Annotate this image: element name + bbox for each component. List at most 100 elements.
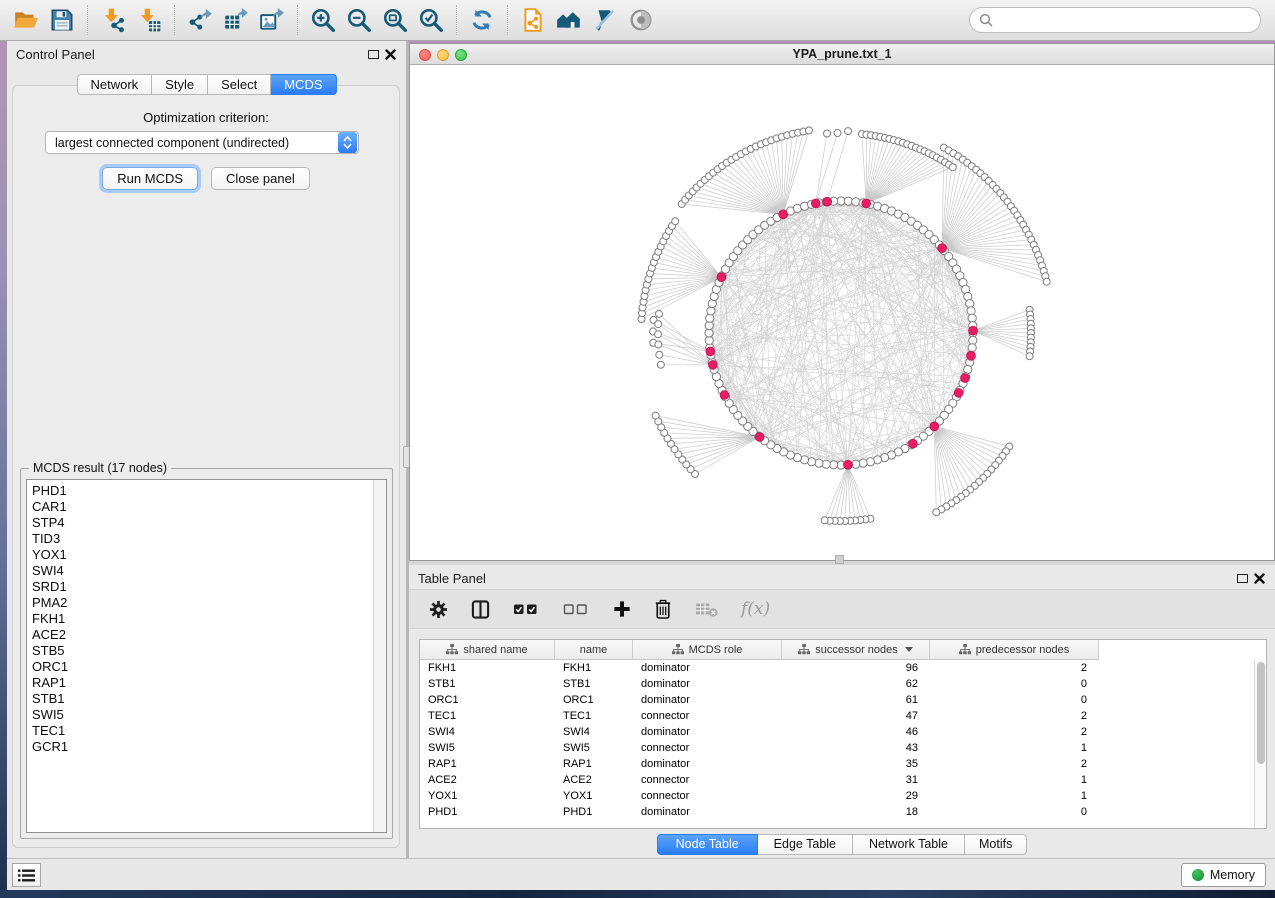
table-cell: 2 — [930, 660, 1099, 676]
export-network-icon[interactable] — [182, 4, 218, 36]
close-table-panel-icon[interactable] — [1254, 573, 1265, 584]
mcds-result-item[interactable]: STB5 — [27, 643, 386, 659]
status-menu-button[interactable] — [12, 863, 41, 887]
mcds-result-item[interactable]: ACE2 — [27, 627, 386, 643]
tab-network[interactable]: Network — [76, 74, 152, 95]
clear-all-checks-icon[interactable] — [563, 602, 590, 616]
network-from-file-icon[interactable] — [515, 4, 551, 36]
network-graph[interactable] — [410, 65, 1274, 560]
select-all-checks-icon[interactable] — [513, 602, 540, 616]
tab-network-table[interactable]: Network Table — [853, 834, 965, 855]
horizontal-splitter-grip[interactable] — [835, 555, 844, 564]
close-panel-icon[interactable] — [385, 49, 396, 60]
table-row[interactable]: TEC1TEC1connector472 — [420, 708, 1266, 724]
table-cell: connector — [633, 788, 782, 804]
table-row[interactable]: FKH1FKH1dominator962 — [420, 660, 1266, 676]
main-toolbar — [0, 0, 1275, 41]
mcds-result-list: PHD1CAR1STP4TID3YOX1SWI4SRD1PMA2FKH1ACE2… — [27, 480, 386, 755]
zoom-selected-icon[interactable] — [413, 4, 449, 36]
search-input[interactable] — [999, 13, 1251, 27]
toolbar-separator — [456, 5, 457, 35]
zoom-out-icon[interactable] — [341, 4, 377, 36]
tab-select[interactable]: Select — [208, 74, 271, 95]
mcds-result-item[interactable]: ORC1 — [27, 659, 386, 675]
table-cell: 1 — [930, 788, 1099, 804]
open-file-icon[interactable] — [8, 4, 44, 36]
column-header-shared-name[interactable]: shared name — [420, 640, 555, 660]
home-overview-icon[interactable] — [551, 4, 587, 36]
table-row[interactable]: ACE2ACE2connector311 — [420, 772, 1266, 788]
table-cell: SWI5 — [555, 740, 633, 756]
table-row[interactable]: SWI4SWI4dominator462 — [420, 724, 1266, 740]
table-row[interactable]: YOX1YOX1connector291 — [420, 788, 1266, 804]
show-hide-icon[interactable] — [623, 4, 659, 36]
save-session-icon[interactable] — [44, 4, 80, 36]
export-image-icon[interactable] — [254, 4, 290, 36]
mcds-result-item[interactable]: CAR1 — [27, 499, 386, 515]
table-cell: STB1 — [555, 676, 633, 692]
table-cell: dominator — [633, 660, 782, 676]
mcds-result-item[interactable]: RAP1 — [27, 675, 386, 691]
float-panel-icon[interactable] — [368, 50, 379, 59]
tab-mcds[interactable]: MCDS — [271, 74, 336, 95]
mcds-result-item[interactable]: STP4 — [27, 515, 386, 531]
column-settings-icon[interactable] — [429, 600, 448, 619]
zoom-fit-icon[interactable] — [377, 4, 413, 36]
column-header-name[interactable]: name — [555, 640, 633, 660]
run-mcds-button[interactable]: Run MCDS — [102, 167, 198, 190]
mcds-result-item[interactable]: TID3 — [27, 531, 386, 547]
list-menu-icon — [18, 869, 35, 882]
zoom-in-icon[interactable] — [305, 4, 341, 36]
table-row[interactable]: STB1STB1dominator620 — [420, 676, 1266, 692]
add-column-icon[interactable] — [613, 600, 631, 618]
mcds-result-item[interactable]: PHD1 — [27, 483, 386, 499]
mcds-result-item[interactable]: SWI5 — [27, 707, 386, 723]
mcds-result-item[interactable]: YOX1 — [27, 547, 386, 563]
toolbar-separator — [507, 5, 508, 35]
table-cell: 18 — [782, 804, 930, 820]
search-field[interactable] — [969, 7, 1261, 33]
close-panel-button[interactable]: Close panel — [211, 167, 310, 190]
table-row[interactable]: SWI5SWI5connector431 — [420, 740, 1266, 756]
mcds-list-scrollbar[interactable] — [373, 480, 386, 832]
export-table-icon[interactable] — [218, 4, 254, 36]
column-header-predecessor-nodes[interactable]: predecessor nodes — [930, 640, 1099, 660]
column-header-MCDS-role[interactable]: MCDS role — [633, 640, 782, 660]
network-canvas[interactable] — [410, 65, 1274, 560]
tab-motifs[interactable]: Motifs — [965, 834, 1027, 855]
import-network-icon[interactable] — [95, 4, 131, 36]
mcds-result-item[interactable]: GCR1 — [27, 739, 386, 755]
refresh-layout-icon[interactable] — [464, 4, 500, 36]
mcds-result-listbox[interactable]: PHD1CAR1STP4TID3YOX1SWI4SRD1PMA2FKH1ACE2… — [26, 479, 387, 833]
mcds-result-item[interactable]: STB1 — [27, 691, 386, 707]
table-cell: ACE2 — [420, 772, 555, 788]
column-header-successor-nodes[interactable]: successor nodes — [782, 640, 930, 660]
mcds-result-item[interactable]: TEC1 — [27, 723, 386, 739]
table-scrollbar[interactable] — [1254, 660, 1266, 828]
table-cell: TEC1 — [555, 708, 633, 724]
float-table-panel-icon[interactable] — [1237, 574, 1248, 583]
table-cell: 35 — [782, 756, 930, 772]
table-row[interactable]: PHD1PHD1dominator180 — [420, 804, 1266, 820]
network-window-titlebar[interactable]: YPA_prune.txt_1 — [410, 44, 1274, 65]
tab-style[interactable]: Style — [152, 74, 208, 95]
network-window-title: YPA_prune.txt_1 — [410, 47, 1274, 61]
mcds-result-item[interactable]: SWI4 — [27, 563, 386, 579]
control-panel: Control Panel Network Style Select MCDS … — [7, 41, 406, 858]
table-cell: 2 — [930, 756, 1099, 772]
tab-edge-table[interactable]: Edge Table — [758, 834, 853, 855]
tab-node-table[interactable]: Node Table — [657, 834, 758, 855]
column-layout-icon[interactable] — [471, 600, 490, 619]
delete-column-icon[interactable] — [654, 599, 672, 619]
toggle-graphics-details-icon[interactable] — [587, 4, 623, 36]
table-scrollbar-thumb[interactable] — [1257, 662, 1265, 764]
criterion-select[interactable]: largest connected component (undirected) — [45, 131, 359, 154]
table-row[interactable]: ORC1ORC1dominator610 — [420, 692, 1266, 708]
table-row[interactable]: RAP1RAP1dominator352 — [420, 756, 1266, 772]
mcds-result-item[interactable]: FKH1 — [27, 611, 386, 627]
table-cell: FKH1 — [420, 660, 555, 676]
mcds-result-item[interactable]: SRD1 — [27, 579, 386, 595]
memory-button[interactable]: Memory — [1181, 863, 1266, 887]
mcds-result-item[interactable]: PMA2 — [27, 595, 386, 611]
import-table-icon[interactable] — [131, 4, 167, 36]
